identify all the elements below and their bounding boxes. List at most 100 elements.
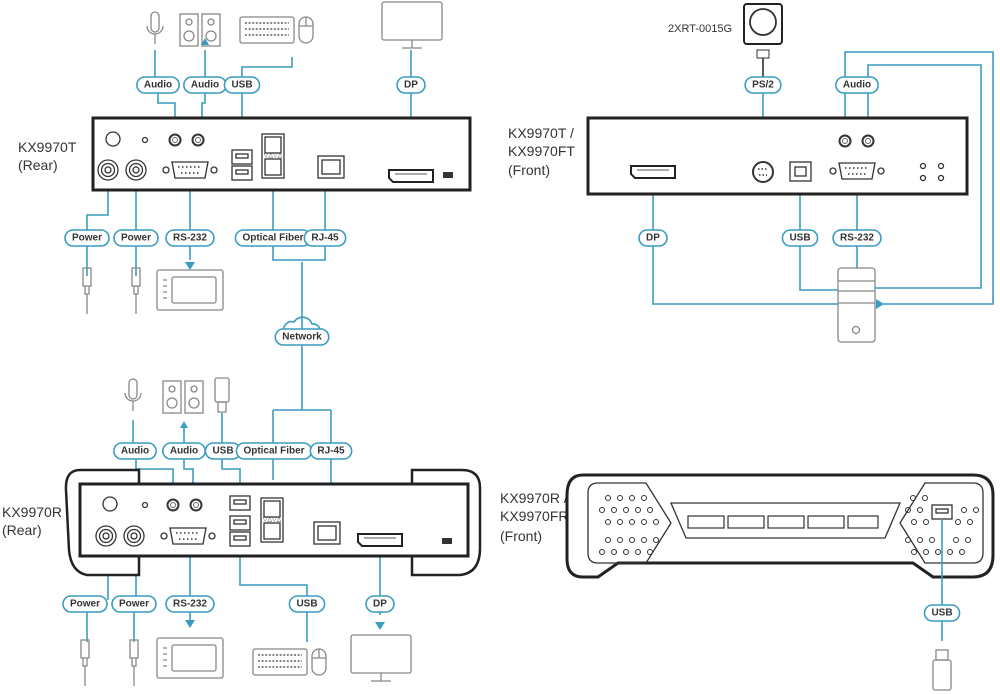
label-ps2: PS/2 [744,76,782,94]
device-subtitle: (Front) [508,162,550,178]
svg-text:RS-232: RS-232 [173,233,207,244]
svg-text:Power: Power [119,599,149,610]
device-title-alt: KX9970FR [500,508,568,524]
label-optical-fiber: Optical Fiber [235,442,313,460]
usb-flash-drive-icon [932,649,952,691]
svg-text:USB: USB [231,80,252,91]
ps2-port [752,161,774,183]
monitor-icon [381,1,443,49]
microphone-icon [124,378,142,412]
svg-text:Network: Network [282,332,322,343]
computer-tower-icon [837,267,876,343]
label-audio: Audio [183,76,227,94]
svg-text:Power: Power [121,233,151,244]
label-power: Power [113,229,159,247]
label-power: Power [111,595,157,613]
kx9970r-front-panel [565,473,995,579]
kx9970t-rear-section: KX9970T (Rear) Audio Audio USB DP Power [18,1,472,337]
svg-text:Audio: Audio [843,80,871,91]
serial-device-icon [156,637,224,679]
svg-text:Audio: Audio [121,446,149,457]
serial-device-icon [156,269,224,311]
svg-text:Power: Power [72,233,102,244]
kx9970r-rear-section: KX9970R (Rear) Audio Audio USB Optical F… [2,377,482,687]
svg-text:Audio: Audio [144,80,172,91]
audio-in-port [166,498,180,512]
label-rs232: RS-232 [832,229,882,247]
svg-text:RS-232: RS-232 [840,233,874,244]
device-title: KX9970R / [500,490,568,506]
label-audio: Audio [835,76,879,94]
svg-text:USB: USB [931,608,952,619]
label-usb: USB [223,76,261,94]
device-title: KX9970T / [508,125,574,141]
dip-switch-icon [443,172,453,178]
device-title: KX9970T [18,139,77,155]
dip-switch-icon [442,538,452,544]
kx9970t-front-section: KX9970T / KX9970FT (Front) 2XRT-0015G PS… [508,3,994,343]
svg-text:USB: USB [296,599,317,610]
audio-in-port [168,133,182,147]
svg-text:Optical Fiber: Optical Fiber [243,446,304,457]
displayport-port [357,533,403,547]
label-usb: USB [781,229,819,247]
label-rs232: RS-232 [165,229,215,247]
label-rs232: RS-232 [165,595,215,613]
label-usb: USB [288,595,326,613]
label-audio: Audio [136,76,180,94]
audio-port [861,134,875,148]
kx9970r-front-section: KX9970R / KX9970FR (Front) USB [500,473,995,691]
device-title: KX9970R [2,504,62,520]
label-dp: DP [396,76,426,94]
svg-text:Audio: Audio [191,80,219,91]
power-plug-icon [80,639,90,687]
label-rj45: RJ-45 [303,229,347,247]
label-audio: Audio [113,442,157,460]
label-dp: DP [365,595,395,613]
device-subtitle: (Front) [500,528,542,544]
label-dp: DP [638,229,668,247]
device-subtitle: (Rear) [18,157,58,173]
label-rj45: RJ-45 [309,442,353,460]
joystick-controller-icon [743,3,783,78]
microphone-icon [146,11,164,45]
displayport-port [388,169,434,183]
arrow-icon [185,620,385,630]
kvm-extender-connection-diagram: ▽△▽△ KX9970T (Rear) Audio Aud [2,1,995,691]
label-power: Power [62,595,108,613]
svg-text:PS/2: PS/2 [752,80,774,91]
svg-text:DP: DP [646,233,660,244]
label-optical-fiber: Optical Fiber [234,229,312,247]
svg-text:Power: Power [70,599,100,610]
network-section: Network [272,316,332,510]
audio-port [838,134,852,148]
svg-text:USB: USB [212,446,233,457]
label-usb: USB [204,442,242,460]
svg-text:Optical Fiber: Optical Fiber [242,233,303,244]
svg-text:RS-232: RS-232 [173,599,207,610]
device-title-alt: KX9970FT [508,143,575,159]
audio-out-port [189,498,203,512]
keyboard-mouse-icon [239,16,314,44]
displayport-port [630,165,676,179]
keyboard-mouse-icon [252,648,327,676]
kx9970t-front-panel [586,116,969,196]
speakers-icon [179,13,221,47]
label-power: Power [64,229,110,247]
svg-text:DP: DP [373,599,387,610]
audio-out-port [191,133,205,147]
svg-text:RJ-45: RJ-45 [317,446,345,457]
speakers-icon [162,380,204,414]
controller-model-label: 2XRT-0015G [668,23,732,35]
monitor-icon [350,634,412,682]
usb-flash-drive-icon [214,377,230,413]
label-audio: Audio [162,442,206,460]
power-plug-icon [129,639,139,687]
label-network: Network [274,328,330,346]
svg-text:Audio: Audio [170,446,198,457]
label-usb: USB [923,604,961,622]
svg-text:RJ-45: RJ-45 [311,233,339,244]
svg-text:USB: USB [789,233,810,244]
svg-text:DP: DP [404,80,418,91]
device-subtitle: (Rear) [2,522,42,538]
